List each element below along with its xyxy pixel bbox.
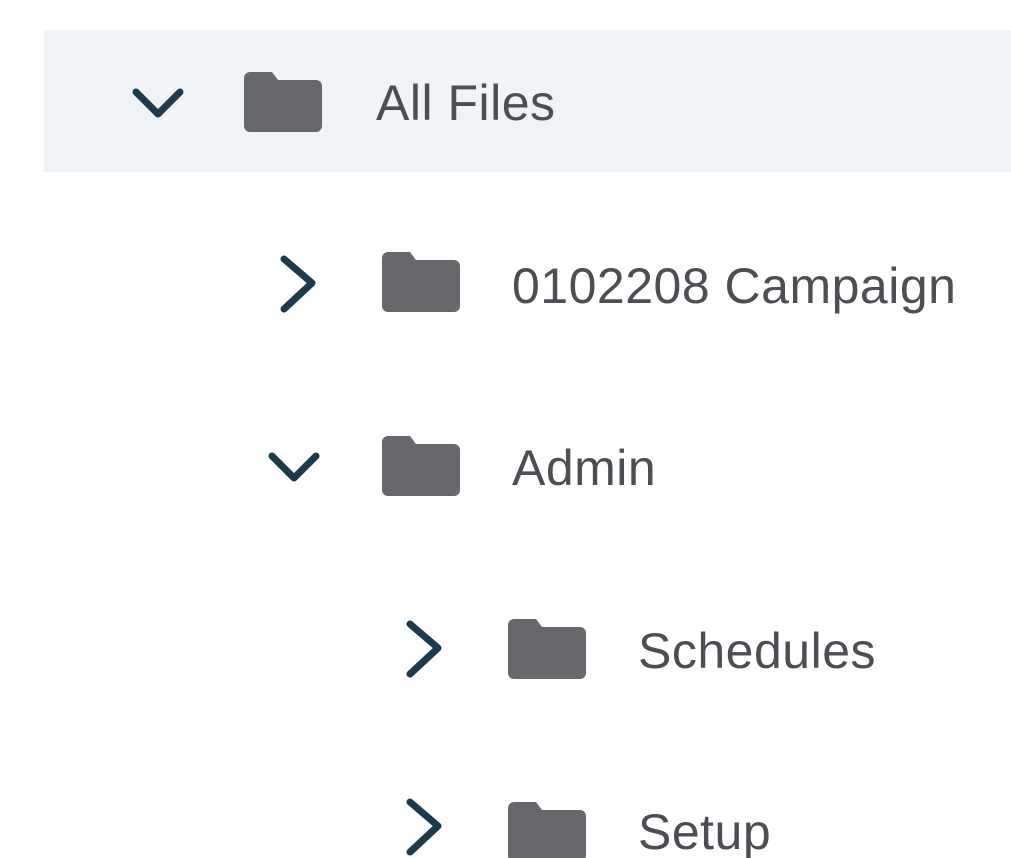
folder-icon: [244, 68, 322, 132]
chevron-right-icon[interactable]: [394, 618, 454, 678]
folder-icon: [382, 432, 460, 496]
tree-label-0102208-campaign: 0102208 Campaign: [512, 258, 957, 314]
tree-label-admin: Admin: [512, 440, 657, 496]
chevron-down-icon[interactable]: [264, 436, 324, 496]
tree-row-setup[interactable]: [0, 770, 1011, 858]
tree-label-all-files: All Files: [376, 75, 556, 131]
chevron-right-icon[interactable]: [268, 253, 328, 313]
folder-icon: [508, 798, 586, 858]
tree-label-setup: Setup: [638, 804, 772, 858]
tree-label-schedules: Schedules: [638, 623, 876, 679]
folder-icon: [382, 248, 460, 312]
chevron-down-icon[interactable]: [128, 72, 188, 132]
tree-row-admin[interactable]: [0, 406, 1011, 526]
chevron-right-icon[interactable]: [394, 796, 454, 856]
file-tree: All Files 0102208 Campaign Admin Schedul…: [0, 0, 1011, 858]
folder-icon: [508, 615, 586, 679]
